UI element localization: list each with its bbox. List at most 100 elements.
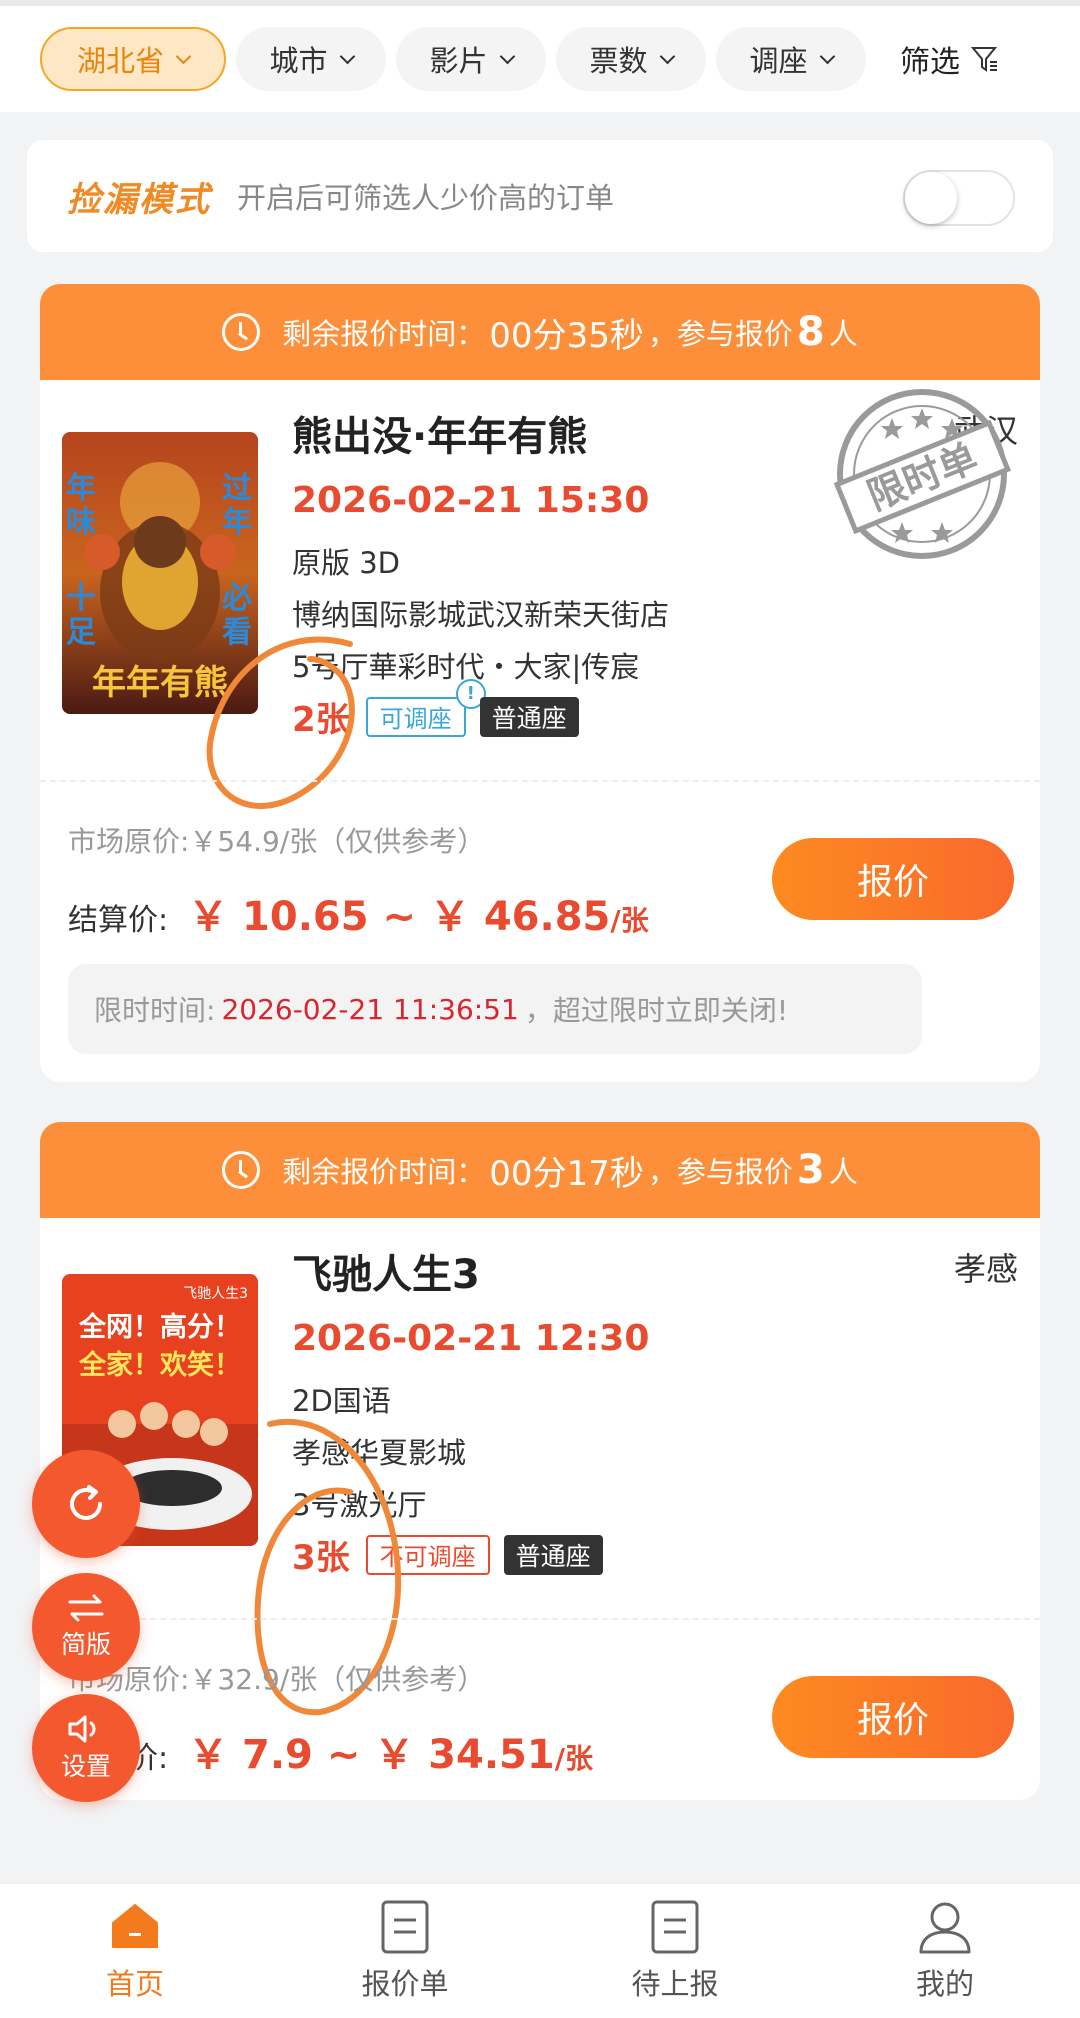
refresh-button[interactable] — [32, 1450, 140, 1558]
movie-format: 原版 3D — [292, 546, 400, 580]
poster-logo: 飞驰人生3 — [183, 1286, 248, 1302]
countdown-prefix: 剩余报价时间： — [282, 1155, 486, 1189]
settlement-unit: /张 — [610, 904, 649, 937]
movie-title: 飞驰人生3 — [292, 1252, 480, 1298]
settlement-price: ￥ 10.65 ~ ￥ 46.85/张 — [188, 884, 649, 942]
seat-filter-label: 调座 — [749, 44, 808, 78]
nav-profile[interactable]: 我的 — [810, 1884, 1080, 2018]
poster-text: 年 — [66, 471, 96, 506]
city-filter[interactable]: 城市 — [236, 27, 386, 91]
hall-name: 3号激光厅 — [292, 1488, 427, 1522]
participants-prefix: ，参与报价 — [647, 1155, 793, 1189]
settlement-price-row: 结算价: ￥ 7.9 ~ ￥ 34.51/张 — [68, 1722, 593, 1780]
chevron-down-icon — [659, 48, 675, 64]
province-filter-label: 湖北省 — [76, 44, 164, 78]
deadline-box: 限时时间: 2026-02-21 11:36:51 ，超过限时立即关闭! — [68, 964, 922, 1054]
poster-text: 必 — [222, 581, 252, 616]
settlement-price-range: ￥ 10.65 ~ ￥ 46.85 — [188, 894, 611, 940]
settings-button[interactable]: 设置 — [32, 1694, 140, 1802]
mode-toggle[interactable] — [903, 170, 1015, 226]
refresh-icon — [70, 1485, 102, 1520]
poster-text: 味 — [66, 505, 96, 540]
chevron-down-icon — [175, 48, 192, 64]
market-price: 市场原价:￥54.9/张（仅供参考） — [68, 825, 486, 858]
clock-icon — [222, 313, 261, 351]
province-filter[interactable]: 湖北省 — [40, 27, 226, 91]
film-filter[interactable]: 影片 — [396, 27, 546, 91]
nav-home-label: 首页 — [105, 1967, 164, 2001]
poster-text: 全网！高分！ — [78, 1311, 241, 1343]
filter-icon — [970, 47, 998, 72]
countdown-header: 剩余报价时间： 00分17秒 ，参与报价 3 人 — [40, 1122, 1040, 1218]
mode-title: 捡漏模式 — [67, 179, 211, 220]
simplified-mode-label: 简版 — [60, 1630, 111, 1659]
toggle-knob — [905, 172, 957, 224]
bottom-nav: 首页 报价单 待上报 我的 — [0, 1883, 1080, 2018]
document-icon — [647, 1899, 703, 1955]
participants-count: 3 — [796, 1147, 825, 1193]
nav-pending-label: 待上报 — [631, 1967, 719, 2001]
participants-prefix: ，参与报价 — [647, 317, 793, 351]
movie-title: 熊出没·年年有熊 — [292, 414, 588, 460]
tickets-filter[interactable]: 票数 — [556, 27, 706, 91]
countdown-time: 00分17秒 — [489, 1153, 644, 1194]
deadline-time: 2026-02-21 11:36:51 — [221, 992, 519, 1026]
quote-button[interactable]: 报价 — [772, 1676, 1014, 1758]
seat-type-tag: 普通座 — [479, 696, 579, 737]
tickets-filter-label: 票数 — [589, 44, 648, 78]
poster-text: 看 — [222, 615, 252, 650]
chevron-down-icon — [499, 48, 515, 64]
settings-label: 设置 — [60, 1752, 111, 1781]
film-filter-label: 影片 — [429, 44, 488, 78]
poster-text: 十 — [66, 581, 96, 616]
card-divider — [40, 1618, 1040, 1620]
ticket-info-row: 2张 可调座 ! 普通座 — [292, 678, 593, 741]
nav-pending[interactable]: 待上报 — [540, 1884, 810, 2018]
quote-button[interactable]: 报价 — [772, 838, 1014, 920]
participants-suffix: 人 — [828, 317, 858, 351]
movie-poster[interactable]: 年 味 十 足 过 年 必 看 年年有熊 — [62, 432, 258, 714]
poster-text: 足 — [66, 615, 96, 650]
ticket-count: 3张 — [292, 1538, 350, 1578]
nav-home[interactable]: 首页 — [0, 1884, 270, 2018]
limited-order-stamp: 限时单 — [833, 389, 1012, 559]
deadline-suffix: ，超过限时立即关闭! — [524, 994, 789, 1027]
simplified-mode-button[interactable]: 简版 — [32, 1573, 140, 1681]
participants-count: 8 — [796, 309, 825, 355]
speaker-icon — [68, 1715, 96, 1743]
nav-profile-label: 我的 — [915, 1967, 974, 2001]
filter-button[interactable]: 筛选 — [900, 37, 1000, 81]
adjustable-seat-label: 可调座 — [379, 705, 452, 733]
settlement-label: 结算价: — [68, 903, 169, 938]
city-label: 孝感 — [953, 1250, 1018, 1288]
user-icon — [917, 1899, 973, 1955]
document-icon — [377, 1899, 433, 1955]
settlement-price-range: ￥ 7.9 ~ ￥ 34.51 — [188, 1732, 555, 1778]
ticket-info-row: 3张 不可调座 普通座 — [292, 1530, 617, 1579]
participants-suffix: 人 — [828, 1155, 858, 1189]
settlement-price-row: 结算价: ￥ 10.65 ~ ￥ 46.85/张 — [68, 884, 649, 942]
cinema-name: 博纳国际影城武汉新荣天街店 — [292, 598, 670, 632]
deadline-prefix: 限时时间: — [94, 994, 216, 1027]
movie-format: 2D国语 — [292, 1384, 391, 1418]
home-icon — [107, 1899, 163, 1955]
clock-icon — [222, 1151, 261, 1189]
poster-text: 全家！欢笑！ — [78, 1349, 241, 1381]
cinema-name: 孝感华夏影城 — [292, 1436, 467, 1470]
ticket-count: 2张 — [292, 700, 350, 740]
nav-quotes-label: 报价单 — [361, 1967, 449, 2001]
settlement-unit: /张 — [554, 1742, 593, 1775]
seat-filter[interactable]: 调座 — [716, 27, 866, 91]
seat-type-tag: 普通座 — [503, 1534, 603, 1575]
show-datetime: 2026-02-21 15:30 — [292, 480, 650, 521]
market-price: 市场原价:￥32.9/张（仅供参考） — [68, 1663, 486, 1696]
poster-text: 过 — [222, 471, 252, 506]
poster-logo: 年年有熊 — [92, 663, 228, 703]
countdown-prefix: 剩余报价时间： — [282, 317, 486, 351]
adjustable-seat-tag[interactable]: 可调座 ! — [365, 678, 486, 737]
city-filter-label: 城市 — [269, 44, 328, 78]
nav-quotes[interactable]: 报价单 — [270, 1884, 540, 2018]
chevron-down-icon — [819, 48, 835, 64]
non-adjustable-seat-tag: 不可调座 — [365, 1534, 490, 1575]
pick-leak-mode-bar: 捡漏模式 开启后可筛选人少价高的订单 — [27, 140, 1053, 252]
